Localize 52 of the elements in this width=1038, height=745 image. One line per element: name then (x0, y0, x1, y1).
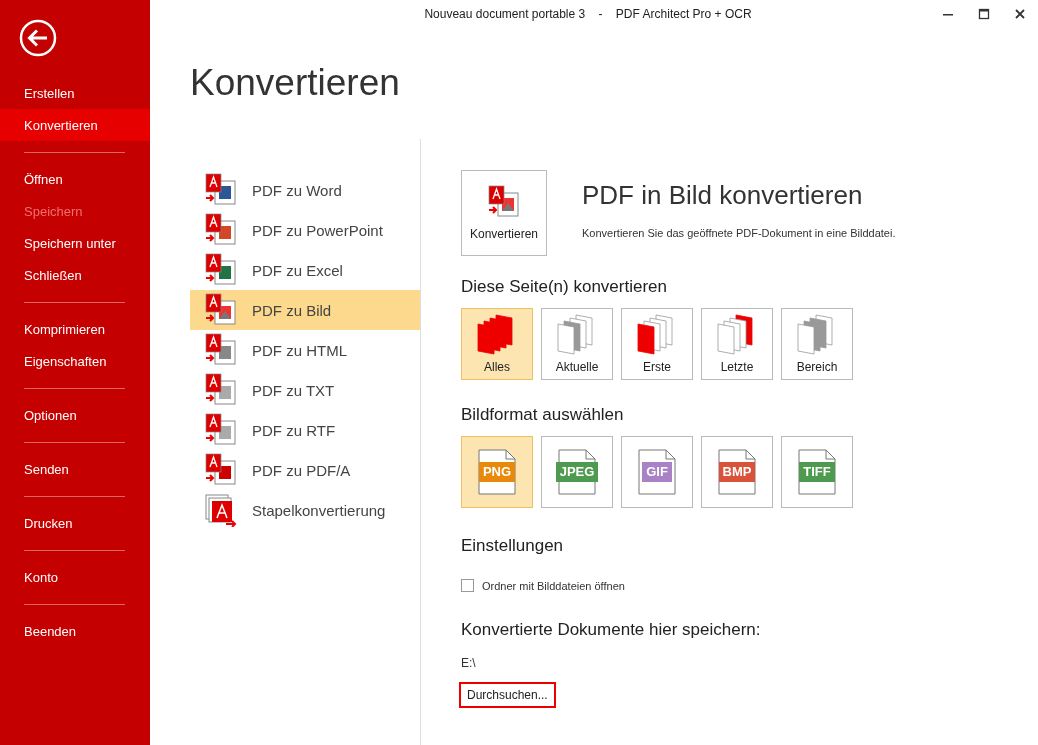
image-format-option[interactable]: GIF (621, 436, 693, 508)
page-range-option[interactable]: Aktuelle (541, 308, 613, 380)
sidebar-item[interactable]: Drucken (0, 507, 150, 539)
pdf-to-image-icon (487, 185, 521, 219)
pdf-to-pdf-icon (204, 453, 238, 487)
page-range-option[interactable]: Erste (621, 308, 693, 380)
conversion-option[interactable]: PDF zu HTML (190, 330, 420, 370)
conversion-option[interactable]: PDF zu Bild (190, 290, 420, 330)
sidebar-item[interactable]: Konto (0, 561, 150, 593)
image-format-option[interactable]: TIFF (781, 436, 853, 508)
checkbox[interactable] (461, 579, 474, 592)
close-icon (1014, 8, 1026, 20)
window-title: Nouveau document portable 3 - PDF Architect Pro + OCR (423, 7, 753, 21)
browse-button[interactable]: Durchsuchen... (459, 682, 556, 708)
image-format-option[interactable]: JPEG (541, 436, 613, 508)
page-heading: Konvertieren (190, 62, 400, 104)
page-range-option[interactable]: Letzte (701, 308, 773, 380)
sidebar-item[interactable]: Speichern unter (0, 227, 150, 259)
sidebar-item[interactable]: Konvertieren (0, 109, 150, 141)
conversion-option[interactable]: PDF zu Word (190, 170, 420, 210)
panel-description: Konvertieren Sie das geöffnete PDF-Dokument in eine Bilddatei. (582, 227, 896, 239)
pdf-to-image-icon (204, 293, 238, 327)
pdf-to-word-icon (204, 173, 238, 207)
save-path: E:\ (461, 656, 477, 670)
checkbox-label: Ordner mit Bilddateien öffnen (482, 579, 625, 592)
sidebar-item[interactable]: Beenden (0, 615, 150, 647)
sidebar-item[interactable]: Schließen (0, 259, 150, 291)
sidebar-item[interactable]: Erstellen (0, 77, 150, 109)
maximize-icon (978, 8, 990, 20)
conversion-option[interactable]: PDF zu Excel (190, 250, 420, 290)
conversion-option[interactable]: PDF zu TXT (190, 370, 420, 410)
section-heading: Bildformat auswählen (461, 405, 625, 425)
sidebar-item[interactable]: Komprimieren (0, 313, 150, 345)
conversion-option[interactable]: PDF zu RTF (190, 410, 420, 450)
sidebar-item[interactable]: Optionen (0, 399, 150, 431)
section-heading: Konvertierte Dokumente hier speichern: (461, 620, 762, 640)
panel-title: PDF in Bild konvertieren (582, 180, 864, 211)
section-heading: Einstellungen (461, 536, 565, 556)
conversion-option[interactable]: Stapelkonvertierung (190, 490, 420, 530)
section-heading: Diese Seite(n) konvertieren (461, 277, 668, 297)
pdf-to-slides-icon (204, 213, 238, 247)
conversion-option[interactable]: PDF zu PDF/A (190, 450, 420, 490)
conversion-option[interactable]: PDF zu PowerPoint (190, 210, 420, 250)
image-format-option[interactable]: BMP (701, 436, 773, 508)
pdf-to-spreadsheet-icon (204, 253, 238, 287)
page-range-option[interactable]: Bereich (781, 308, 853, 380)
sidebar-item[interactable]: Eigenschaften (0, 345, 150, 377)
sidebar-item[interactable]: Öffnen (0, 163, 150, 195)
convert-button[interactable]: Konvertieren (461, 170, 547, 256)
page-range-option[interactable]: Alles (461, 308, 533, 380)
sidebar-item[interactable]: Senden (0, 453, 150, 485)
batch-pages-icon (204, 493, 238, 527)
